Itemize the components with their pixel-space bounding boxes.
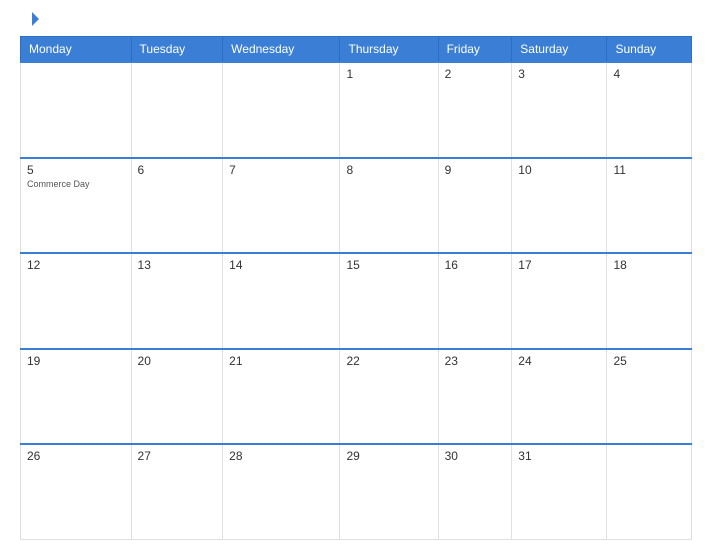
weekday-header-tuesday: Tuesday	[131, 37, 223, 63]
day-number: 27	[138, 449, 217, 463]
calendar-cell: 15	[340, 253, 438, 349]
day-number: 8	[346, 163, 431, 177]
day-number: 24	[518, 354, 600, 368]
day-number: 23	[445, 354, 506, 368]
calendar-cell: 23	[438, 349, 512, 445]
day-number: 28	[229, 449, 333, 463]
weekday-header-wednesday: Wednesday	[223, 37, 340, 63]
calendar-cell: 16	[438, 253, 512, 349]
day-number: 16	[445, 258, 506, 272]
calendar-cell: 1	[340, 62, 438, 158]
calendar-cell: 24	[512, 349, 607, 445]
calendar-cell: 8	[340, 158, 438, 254]
day-number: 12	[27, 258, 125, 272]
day-number: 31	[518, 449, 600, 463]
calendar-cell: 13	[131, 253, 223, 349]
calendar-cell: 31	[512, 444, 607, 540]
day-number: 11	[613, 163, 685, 177]
day-number: 20	[138, 354, 217, 368]
weekday-header-row: MondayTuesdayWednesdayThursdayFridaySatu…	[21, 37, 692, 63]
logo	[20, 10, 44, 28]
calendar-cell: 28	[223, 444, 340, 540]
holiday-label: Commerce Day	[27, 179, 125, 189]
day-number: 29	[346, 449, 431, 463]
day-number: 22	[346, 354, 431, 368]
calendar-cell: 30	[438, 444, 512, 540]
day-number: 18	[613, 258, 685, 272]
calendar-cell: 17	[512, 253, 607, 349]
calendar-cell: 20	[131, 349, 223, 445]
weekday-header-saturday: Saturday	[512, 37, 607, 63]
logo-flag-icon	[23, 10, 41, 28]
calendar-cell: 5 Commerce Day	[21, 158, 132, 254]
day-number: 6	[138, 163, 217, 177]
day-number: 21	[229, 354, 333, 368]
calendar-cell: 19	[21, 349, 132, 445]
day-number: 14	[229, 258, 333, 272]
calendar-cell: 12	[21, 253, 132, 349]
week-row-4: 19 20 21 22 23 24 25	[21, 349, 692, 445]
day-number: 9	[445, 163, 506, 177]
calendar-table: MondayTuesdayWednesdayThursdayFridaySatu…	[20, 36, 692, 540]
weekday-header-sunday: Sunday	[607, 37, 692, 63]
calendar-cell: 11	[607, 158, 692, 254]
calendar-cell: 7	[223, 158, 340, 254]
day-number: 10	[518, 163, 600, 177]
day-number: 15	[346, 258, 431, 272]
day-number: 19	[27, 354, 125, 368]
calendar-cell: 6	[131, 158, 223, 254]
weekday-header-monday: Monday	[21, 37, 132, 63]
weekday-header-friday: Friday	[438, 37, 512, 63]
week-row-1: 1234	[21, 62, 692, 158]
day-number: 13	[138, 258, 217, 272]
week-row-5: 26 27 28 29 30 31	[21, 444, 692, 540]
day-number: 4	[613, 67, 685, 81]
calendar-cell: 3	[512, 62, 607, 158]
calendar-cell	[607, 444, 692, 540]
day-number: 2	[445, 67, 506, 81]
calendar-cell: 22	[340, 349, 438, 445]
calendar-cell: 14	[223, 253, 340, 349]
calendar-cell: 2	[438, 62, 512, 158]
weekday-header-thursday: Thursday	[340, 37, 438, 63]
calendar-cell: 9	[438, 158, 512, 254]
calendar-cell: 18	[607, 253, 692, 349]
week-row-2: 5 Commerce Day 6789 10 11	[21, 158, 692, 254]
day-number: 1	[346, 67, 431, 81]
calendar-header	[20, 10, 692, 28]
day-number: 25	[613, 354, 685, 368]
calendar-cell: 25	[607, 349, 692, 445]
day-number: 26	[27, 449, 125, 463]
calendar-cell	[131, 62, 223, 158]
week-row-3: 12 13 14 15 16 17 18	[21, 253, 692, 349]
calendar-cell: 26	[21, 444, 132, 540]
day-number: 30	[445, 449, 506, 463]
calendar-cell: 21	[223, 349, 340, 445]
calendar-wrapper: MondayTuesdayWednesdayThursdayFridaySatu…	[0, 0, 712, 550]
calendar-cell: 29	[340, 444, 438, 540]
calendar-cell	[223, 62, 340, 158]
calendar-cell: 4	[607, 62, 692, 158]
day-number: 3	[518, 67, 600, 81]
day-number: 7	[229, 163, 333, 177]
day-number: 5	[27, 163, 125, 177]
calendar-cell	[21, 62, 132, 158]
calendar-cell: 27	[131, 444, 223, 540]
calendar-cell: 10	[512, 158, 607, 254]
day-number: 17	[518, 258, 600, 272]
